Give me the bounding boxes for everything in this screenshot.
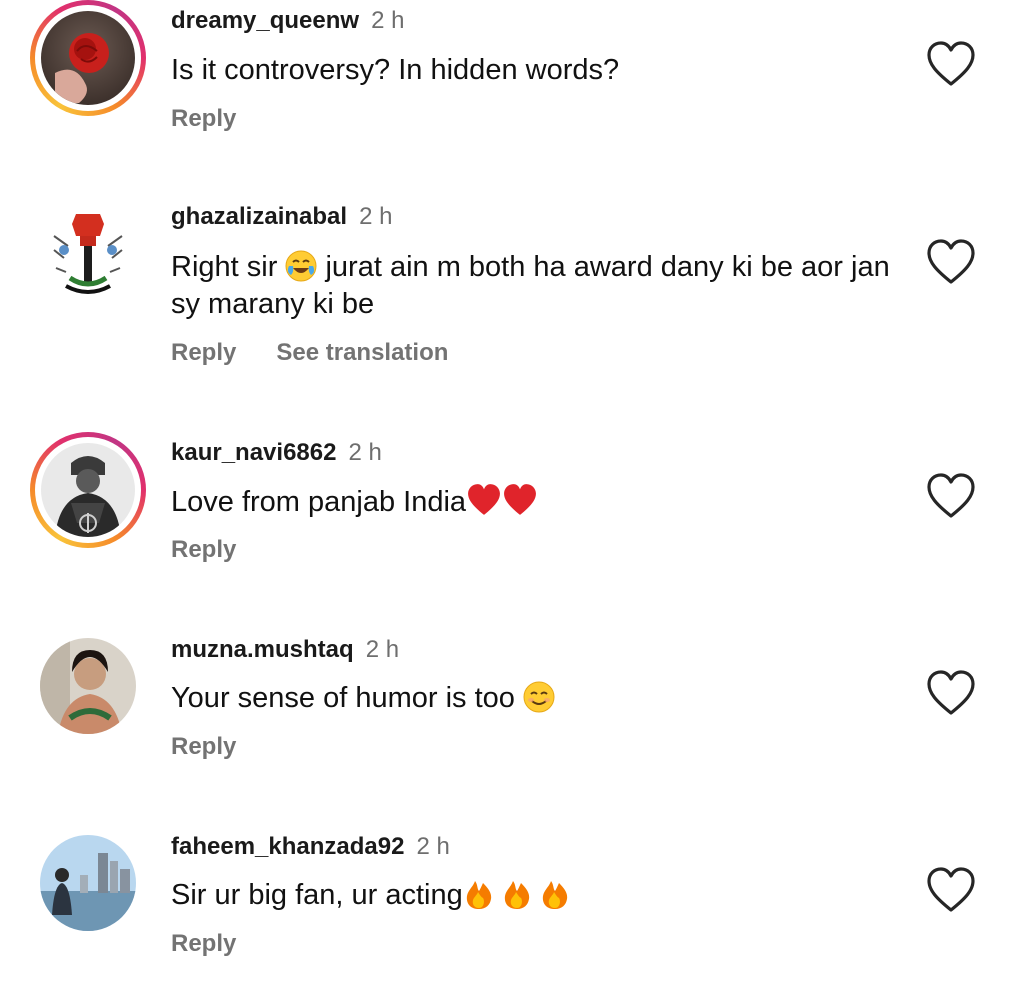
reply-button[interactable]: Reply	[171, 105, 236, 132]
red-heart-icon	[468, 484, 500, 515]
fire-icon	[542, 881, 567, 909]
comment-text: Sir ur big fan, ur acting	[171, 877, 891, 914]
comment-time: 2 h	[416, 833, 450, 860]
comment-time: 2 h	[365, 636, 400, 663]
avatar[interactable]	[30, 196, 146, 312]
face-with-tears-of-joy-icon	[285, 250, 317, 282]
comment-time: 2 h	[359, 203, 393, 230]
comment-username[interactable]: muzna.mushtaq	[171, 636, 354, 663]
fire-icon	[504, 881, 529, 909]
comment-item: dreamy_queenw 2 h Is it controversy? In h…	[0, 0, 1024, 196]
comment-text-part: Sir ur big fan, ur acting	[171, 879, 463, 911]
comment-text: Is it controversy? In hidden words?	[171, 54, 620, 86]
comment-username[interactable]: faheem_khanzada92	[171, 833, 404, 860]
heart-icon[interactable]	[926, 473, 976, 519]
heart-icon[interactable]	[926, 41, 976, 87]
comment-text-part: Right sir	[171, 251, 286, 283]
avatar[interactable]	[30, 432, 146, 548]
comment-text: Your sense of humor is too	[171, 680, 891, 717]
comment-username[interactable]: kaur_navi6862	[171, 439, 336, 466]
comment-item: kaur_navi6862 2 h Love from panjab India …	[0, 432, 1024, 629]
see-translation-button[interactable]: See translation	[276, 339, 448, 366]
reply-button[interactable]: Reply	[171, 733, 236, 760]
comment-text-part: Love from panjab India	[171, 486, 467, 518]
heart-icon[interactable]	[926, 867, 976, 913]
person-photo-avatar-icon	[40, 638, 136, 734]
city-photo-avatar-icon	[40, 835, 136, 931]
comment-time: 2 h	[371, 7, 405, 34]
red-heart-icon	[504, 484, 536, 515]
reply-button[interactable]: Reply	[171, 930, 236, 957]
comment-text: Love from panjab India	[171, 483, 891, 521]
comment-item: muzna.mushtaq 2 h Your sense of humor is …	[0, 629, 1024, 826]
fist-flag-avatar-icon	[40, 206, 136, 302]
comment-time: 2 h	[348, 439, 382, 466]
reply-button[interactable]: Reply	[171, 339, 236, 366]
comment-text-part: Your sense of humor is too	[171, 682, 523, 714]
red-rose-avatar-icon	[41, 11, 135, 105]
comment-username[interactable]: dreamy_queenw	[171, 7, 359, 34]
avatar[interactable]	[30, 0, 146, 116]
comment-text: Right sir jurat ain m both ha award dany…	[171, 249, 891, 323]
comment-item: faheem_khanzada92 2 h Sir ur big fan, ur …	[0, 826, 1024, 1002]
comment-username[interactable]: ghazalizainabal	[171, 203, 347, 230]
avatar[interactable]	[40, 835, 136, 931]
heart-icon[interactable]	[926, 670, 976, 716]
comment-item: ghazalizainabal 2 h Right sir jurat ain m…	[0, 196, 1024, 432]
warrior-avatar-icon	[41, 443, 135, 537]
avatar[interactable]	[40, 638, 136, 734]
reply-button[interactable]: Reply	[171, 536, 236, 563]
fire-icon	[466, 881, 491, 909]
heart-icon[interactable]	[926, 239, 976, 285]
smiling-face-icon	[523, 681, 555, 713]
